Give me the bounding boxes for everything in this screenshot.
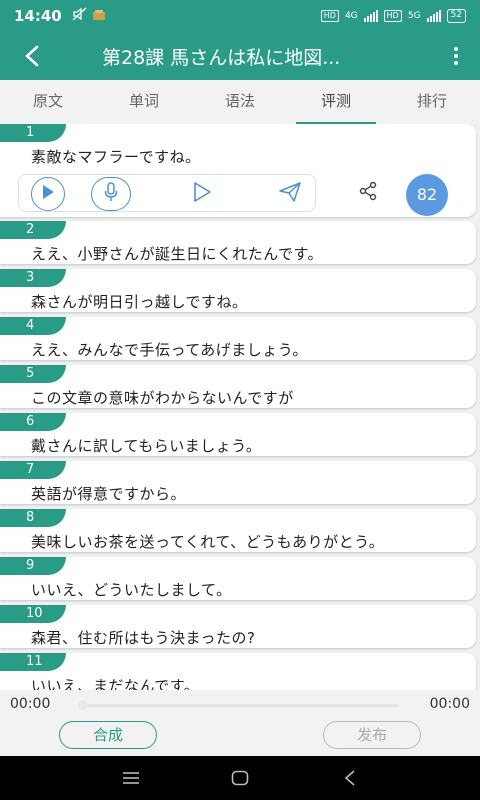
signal-icon-2 [426,10,441,22]
record-controls [18,174,316,212]
sentence-number: 8 [0,509,66,527]
publish-button[interactable]: 发布 [323,721,421,749]
mute-icon [72,7,88,25]
sentence-card-expanded[interactable]: 1 素敵なマフラーですね。 82 [0,124,476,217]
sentence-text: 森君、住む所はもう決まったの? [31,629,256,647]
sentence-text: ええ、小野さんが誕生日にくれたんです。 [31,245,323,263]
sentence-number: 5 [0,365,66,383]
tab-original[interactable]: 原文 [0,80,96,124]
sentence-number: 1 [0,124,66,142]
sentence-card[interactable]: 7 英語が得意ですから。 [0,461,476,504]
status-time: 14:40 [14,7,62,25]
sentence-text: 森さんが明日引っ越しですね。 [31,293,248,311]
sentence-text: 英語が得意ですから。 [31,485,187,503]
sentence-card[interactable]: 6 戴さんに訳してもらいましょう。 [0,413,476,456]
sentence-card[interactable]: 3 森さんが明日引っ越しですね。 [0,269,476,312]
sentence-card[interactable]: 5 この文章の意味がわからないんですが [0,365,476,408]
sentence-card[interactable]: 11 いいえ、まだなんです。 [0,653,476,690]
hd-badge-2: HD [383,10,402,22]
sentence-number: 10 [0,605,66,623]
progress-track[interactable] [80,704,398,707]
sentence-card[interactable]: 9 いいえ、どういたしまして。 [0,557,476,600]
sentence-number: 2 [0,221,66,239]
back-arrow-icon[interactable] [0,32,64,80]
score-badge: 82 [406,174,448,216]
sentence-text: この文章の意味がわからないんですが [31,389,294,407]
sentence-list[interactable]: 1 素敵なマフラーですね。 82 2 ええ、小野さんが誕生日にくれたんです。 3… [0,124,480,690]
app-notification-icon [92,7,106,25]
play-recording-button[interactable] [185,177,219,211]
sentence-text: ええ、みんなで手伝ってあげましょう。 [31,341,308,359]
sentence-text: 素敵なマフラーですね。 [31,148,201,166]
sentence-text: 戴さんに訳してもらいましょう。 [31,437,262,455]
network-type: 4G [344,11,358,21]
signal-icon [363,10,378,22]
sentence-number: 6 [0,413,66,431]
bottom-panel: 00:00 00:00 合成 发布 [0,690,480,756]
sentence-number: 9 [0,557,66,575]
sentence-text: 美味しいお茶を送ってくれて、どうもありがとう。 [31,533,385,551]
hd-badge: HD [320,10,339,22]
progress-thumb[interactable] [78,700,88,710]
sentence-text: いいえ、どういたしまして。 [31,581,232,599]
sentence-card[interactable]: 2 ええ、小野さんが誕生日にくれたんです。 [0,221,476,264]
tab-vocabulary[interactable]: 单词 [96,80,192,124]
share-icon [358,181,378,205]
back-icon[interactable] [337,766,363,790]
page-title: 第28課 馬さんは私に地図... [102,46,341,69]
home-icon[interactable] [227,766,253,790]
app-bar: 第28課 馬さんは私に地図... [0,32,480,80]
status-bar: 14:40 HD 4G HD 5G 52 [0,0,480,32]
current-time: 00:00 [10,696,51,712]
sentence-number: 4 [0,317,66,335]
share-button[interactable] [355,180,381,206]
sentence-number: 11 [0,653,66,671]
play-circle-icon [41,184,55,204]
sentence-text: いいえ、まだなんです。 [31,677,200,690]
synthesize-button[interactable]: 合成 [59,721,157,749]
system-nav-bar [0,756,480,800]
send-icon [279,182,301,206]
more-vert-icon[interactable] [432,32,480,80]
sentence-card[interactable]: 10 森君、住む所はもう決まったの? [0,605,476,648]
network-type-2: 5G [407,11,421,21]
tab-grammar[interactable]: 语法 [192,80,288,124]
total-time: 00:00 [429,696,470,712]
record-button[interactable] [91,177,131,211]
mic-icon [104,182,118,206]
tab-ranking[interactable]: 排行 [384,80,480,124]
sentence-card[interactable]: 8 美味しいお茶を送ってくれて、どうもありがとう。 [0,509,476,552]
recents-icon[interactable] [118,766,144,790]
play-original-button[interactable] [31,177,65,211]
sentence-number: 7 [0,461,66,479]
tab-bar: 原文 单词 语法 评测 排行 [0,80,480,124]
submit-button[interactable] [273,177,307,211]
tab-evaluation[interactable]: 评测 [288,80,384,124]
play-outline-icon [192,181,212,207]
battery-icon: 52 [446,9,466,23]
sentence-card[interactable]: 4 ええ、みんなで手伝ってあげましょう。 [0,317,476,360]
sentence-number: 3 [0,269,66,287]
